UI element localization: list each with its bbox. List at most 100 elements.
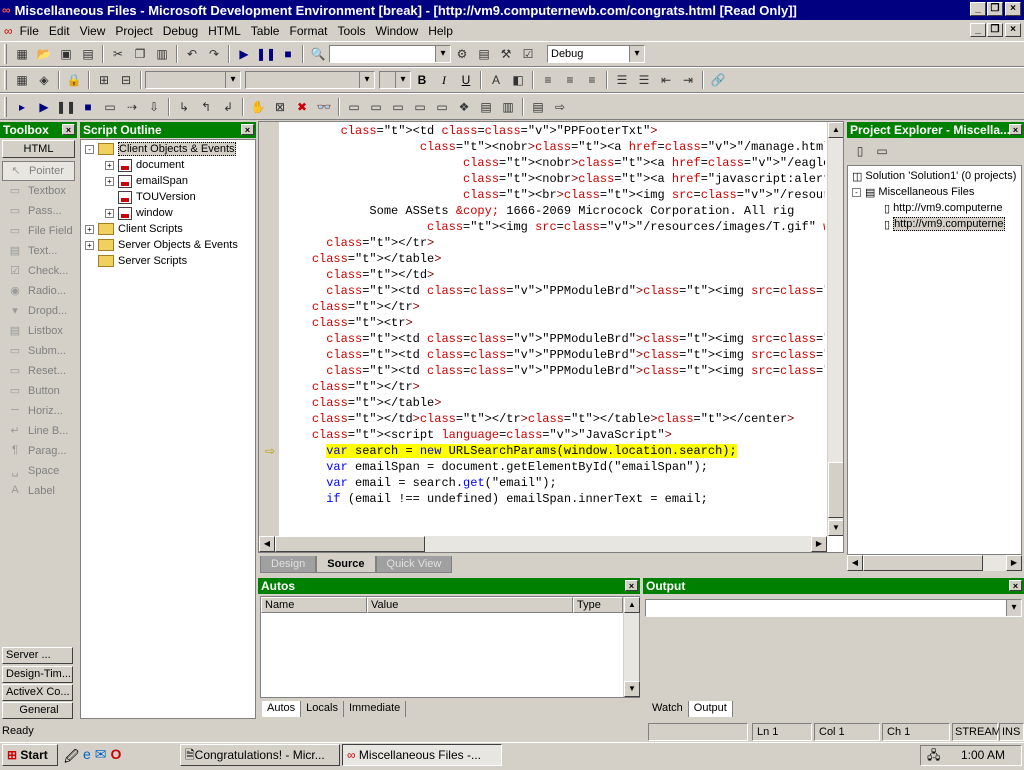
memory-icon[interactable]: ▥ <box>497 97 519 117</box>
underline-icon[interactable]: U <box>455 70 477 90</box>
clear-breakpoints-icon[interactable]: ✖ <box>291 97 313 117</box>
grid-icon[interactable]: ▦ <box>11 70 33 90</box>
task-list-icon[interactable]: ☑ <box>517 44 539 64</box>
restart-icon[interactable]: ▭ <box>99 97 121 117</box>
project-hscrollbar[interactable]: ◀ ▶ <box>847 555 1022 571</box>
toolbox-tab-server[interactable]: Server ... <box>2 647 73 664</box>
open-icon[interactable]: 📂 <box>33 44 55 64</box>
start-button[interactable]: ⊞ Start <box>2 744 58 766</box>
align-left-icon[interactable]: ≡ <box>537 70 559 90</box>
toolbox-item-horizontal-rule[interactable]: ─ Horiz... <box>2 401 75 421</box>
outline-node[interactable]: Server Scripts <box>85 253 251 269</box>
toolbox-item-submit[interactable]: ▭ Subm... <box>2 341 75 361</box>
show-next-icon[interactable]: ⇢ <box>121 97 143 117</box>
threads-icon[interactable]: ❖ <box>453 97 475 117</box>
collapse-icon[interactable]: - <box>85 144 94 154</box>
scroll-down-button[interactable]: ▼ <box>624 681 640 697</box>
toolbox-item-space[interactable]: ␣ Space <box>2 461 75 481</box>
source-editor[interactable]: ⇨ class="t"><td class=class="v">"PPFoote… <box>258 121 844 553</box>
font-name-combo[interactable] <box>245 71 375 89</box>
autos-vscrollbar[interactable]: ▲ ▼ <box>623 597 640 697</box>
toolbox-tab-activex[interactable]: ActiveX Co... <box>2 684 73 701</box>
toolbox-close-icon[interactable]: × <box>62 124 75 135</box>
outline-node[interactable]: + Client Scripts <box>85 221 251 237</box>
toolbox-icon[interactable]: ⚒ <box>495 44 517 64</box>
toolbox-item-button[interactable]: ▭ Button <box>2 381 75 401</box>
toolbox-item-password[interactable]: ▭ Pass... <box>2 201 75 221</box>
properties-icon[interactable]: ▤ <box>473 44 495 64</box>
toolbox-item-textbox[interactable]: ▭ Textbox <box>2 181 75 201</box>
collapse-icon[interactable]: - <box>852 187 861 197</box>
opera-icon[interactable]: O <box>110 746 121 770</box>
scroll-thumb[interactable] <box>828 462 843 518</box>
toolbox-item-dropdown[interactable]: ▾ Dropd... <box>2 301 75 321</box>
start-icon[interactable]: ▸ <box>11 97 33 117</box>
expand-icon[interactable]: + <box>85 224 94 234</box>
outline-node[interactable]: + document <box>85 157 251 173</box>
tab-immediate[interactable]: Immediate <box>344 701 407 717</box>
project-explorer-icon[interactable]: ⚙ <box>451 44 473 64</box>
toolbox-item-line-break[interactable]: ↵ Line B... <box>2 421 75 441</box>
outline-node[interactable]: - Client Objects & Events <box>85 141 251 157</box>
outlook-icon[interactable]: ✉ <box>95 746 107 770</box>
output-close-icon[interactable]: × <box>1009 580 1022 591</box>
watch-icon[interactable]: ▭ <box>343 97 365 117</box>
editor-hscrollbar[interactable]: ◀ ▶ <box>259 536 827 552</box>
toolbox-item-radio[interactable]: ◉ Radio... <box>2 281 75 301</box>
expand-icon[interactable]: + <box>105 208 114 218</box>
toolbox-item-paragraph[interactable]: ¶ Parag... <box>2 441 75 461</box>
col-name[interactable]: Name <box>261 597 367 613</box>
minimize-button[interactable]: _ <box>970 2 986 16</box>
block-format-combo[interactable] <box>145 71 241 89</box>
tab-watch[interactable]: Watch <box>647 701 689 717</box>
outline-node[interactable]: TOUVersion <box>85 189 251 205</box>
find-icon[interactable]: 🔍 <box>307 44 329 64</box>
close-button[interactable]: × <box>1005 2 1021 16</box>
stop-debug-icon[interactable]: ■ <box>77 97 99 117</box>
network-icon[interactable]: 🖧 <box>927 748 940 762</box>
toolbox-tab-general[interactable]: General <box>2 702 73 719</box>
tab-output[interactable]: Output <box>688 701 733 717</box>
menu-window[interactable]: Window <box>371 24 424 38</box>
menu-html[interactable]: HTML <box>203 24 246 38</box>
cut-icon[interactable]: ✂ <box>107 44 129 64</box>
numbered-list-icon[interactable]: ☰ <box>611 70 633 90</box>
col-type[interactable]: Type <box>573 597 623 613</box>
save-all-icon[interactable]: ▤ <box>77 44 99 64</box>
menu-tools[interactable]: Tools <box>333 24 371 38</box>
lock-icon[interactable]: 🔒 <box>63 70 85 90</box>
hscroll-thumb[interactable] <box>275 536 425 552</box>
indent-icon[interactable]: ⇥ <box>677 70 699 90</box>
toolbox-item-listbox[interactable]: ▤ Listbox <box>2 321 75 341</box>
menu-project[interactable]: Project <box>110 24 157 38</box>
step-out-icon[interactable]: ↰ <box>195 97 217 117</box>
solution-node[interactable]: ◫ Solution 'Solution1' (0 projects) <box>852 168 1017 184</box>
maximize-button[interactable]: ❐ <box>987 2 1003 16</box>
hand-icon[interactable]: ✋ <box>247 97 269 117</box>
outline-node[interactable]: + Server Objects & Events <box>85 237 251 253</box>
scroll-up-button[interactable]: ▲ <box>624 597 640 613</box>
scroll-right-button[interactable]: ▶ <box>811 536 827 552</box>
menu-edit[interactable]: Edit <box>44 24 75 38</box>
step-over-icon[interactable]: ↳ <box>173 97 195 117</box>
copy-icon[interactable]: ❐ <box>129 44 151 64</box>
font-color-icon[interactable]: A <box>485 70 507 90</box>
toolbox-tab-html[interactable]: HTML <box>2 140 75 158</box>
expand-icon[interactable]: + <box>105 176 114 186</box>
breakpoints-icon[interactable]: ⊠ <box>269 97 291 117</box>
break-all-icon[interactable]: ❚❚ <box>55 97 77 117</box>
menu-table[interactable]: Table <box>246 24 285 38</box>
col-value[interactable]: Value <box>367 597 573 613</box>
hscroll-thumb[interactable] <box>863 555 983 571</box>
callstack-icon[interactable]: ▭ <box>431 97 453 117</box>
absolute-icon[interactable]: ⊟ <box>115 70 137 90</box>
show-desktop-icon[interactable]: 🖉 <box>64 746 79 770</box>
doc-minimize-button[interactable]: _ <box>970 23 986 37</box>
paste-icon[interactable]: ▥ <box>151 44 173 64</box>
snap-icon[interactable]: ◈ <box>33 70 55 90</box>
taskbar-item-misc-files[interactable]: ∞ Miscellaneous Files -... <box>342 744 502 766</box>
pause-icon[interactable]: ❚❚ <box>255 44 277 64</box>
properties-icon[interactable]: ▯ <box>849 141 871 161</box>
processes-icon[interactable]: ⇨ <box>549 97 571 117</box>
toolbox-item-textarea[interactable]: ▤ Text... <box>2 241 75 261</box>
